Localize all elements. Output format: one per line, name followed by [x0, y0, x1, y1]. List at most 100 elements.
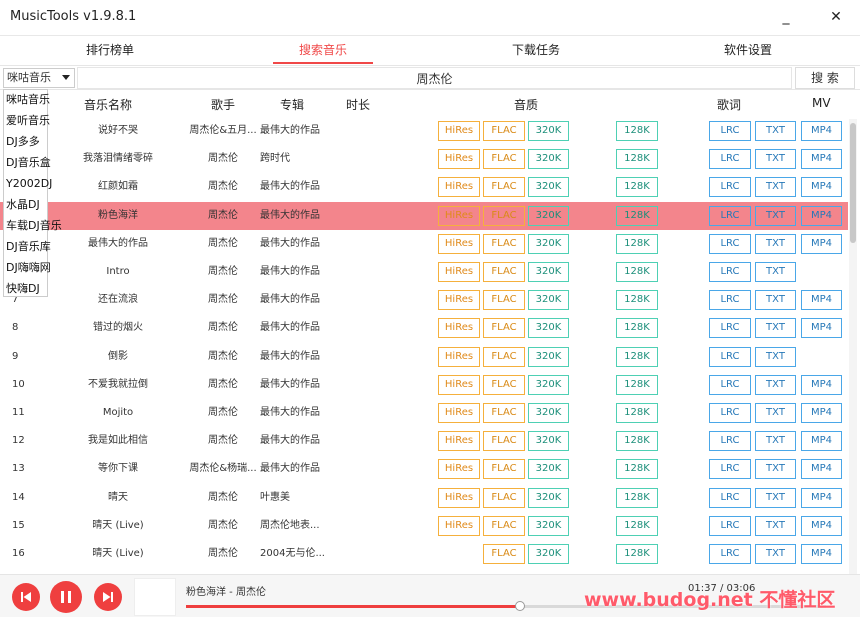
mp4-button[interactable]: MP4 [801, 515, 842, 536]
source-option[interactable]: DJ音乐盒 [4, 153, 51, 174]
quality-320k-button[interactable]: 320K [528, 318, 569, 339]
quality-128k-button[interactable]: 128K [616, 318, 658, 339]
quality-128k-button[interactable]: 128K [616, 544, 658, 564]
tab-download-tasks[interactable]: 下载任务 [486, 36, 586, 65]
scrollbar-thumb[interactable] [850, 123, 856, 243]
flac-button[interactable]: FLAC [483, 403, 525, 423]
table-row[interactable]: 15 晴天 (Live) 周杰伦 周杰伦地表... HiRes FLAC 320K 128K L… [0, 512, 845, 540]
flac-button[interactable]: FLAC [483, 149, 525, 170]
lrc-button[interactable]: LRC [709, 544, 751, 564]
hires-button[interactable]: HiRes [438, 374, 480, 395]
flac-button[interactable]: FLAC [483, 290, 525, 311]
lrc-button[interactable]: LRC [709, 318, 751, 339]
hires-button[interactable]: HiRes [438, 431, 480, 452]
quality-128k-button[interactable]: 128K [616, 290, 658, 311]
quality-320k-button[interactable]: 320K [528, 431, 569, 452]
source-select[interactable]: 咪咕音乐 [3, 68, 75, 88]
mp4-button[interactable]: MP4 [801, 403, 842, 423]
txt-button[interactable]: TXT [755, 149, 796, 170]
quality-320k-button[interactable]: 320K [528, 515, 569, 536]
progress-knob[interactable] [514, 601, 525, 611]
table-row[interactable]: 9 倒影 周杰伦 最伟大的作品 HiRes FLAC 320K 128K LRC TXT [0, 343, 845, 371]
hires-button[interactable]: HiRes [438, 262, 480, 282]
flac-button[interactable]: FLAC [483, 121, 525, 141]
table-row[interactable]: 16 晴天 (Live) 周杰伦 2004无与伦... FLAC 320K 128K LRC T… [0, 540, 845, 568]
mp4-button[interactable]: MP4 [801, 290, 842, 311]
txt-button[interactable]: TXT [755, 346, 796, 367]
hires-button[interactable]: HiRes [438, 318, 480, 339]
quality-128k-button[interactable]: 128K [616, 177, 658, 198]
mp4-button[interactable]: MP4 [801, 318, 842, 339]
mp4-button[interactable]: MP4 [801, 374, 842, 395]
txt-button[interactable]: TXT [755, 459, 796, 480]
lrc-button[interactable]: LRC [709, 233, 751, 254]
table-row[interactable]: 7 还在流浪 周杰伦 最伟大的作品 HiRes FLAC 320K 128K LRC TXT MP4 [0, 286, 845, 314]
mp4-button[interactable]: MP4 [801, 431, 842, 452]
lrc-button[interactable]: LRC [709, 262, 751, 282]
quality-128k-button[interactable]: 128K [616, 121, 658, 141]
search-input[interactable] [77, 67, 792, 89]
hires-button[interactable]: HiRes [438, 205, 480, 226]
mp4-button[interactable]: MP4 [801, 487, 842, 508]
pause-button[interactable] [50, 581, 82, 613]
quality-320k-button[interactable]: 320K [528, 544, 569, 564]
tab-search-music[interactable]: 搜索音乐 [273, 36, 373, 65]
lrc-button[interactable]: LRC [709, 177, 751, 198]
tab-settings[interactable]: 软件设置 [698, 36, 798, 65]
quality-320k-button[interactable]: 320K [528, 487, 569, 508]
lrc-button[interactable]: LRC [709, 515, 751, 536]
source-option[interactable]: Y2002DJ [4, 174, 52, 195]
table-row[interactable]: 12 我是如此相信 周杰伦 最伟大的作品 HiRes FLAC 320K 128K LRC TXT… [0, 427, 845, 455]
table-row[interactable]: 14 晴天 周杰伦 叶惠美 HiRes FLAC 320K 128K LRC TXT MP4 [0, 484, 845, 512]
quality-128k-button[interactable]: 128K [616, 515, 658, 536]
flac-button[interactable]: FLAC [483, 177, 525, 198]
quality-320k-button[interactable]: 320K [528, 233, 569, 254]
quality-128k-button[interactable]: 128K [616, 487, 658, 508]
quality-320k-button[interactable]: 320K [528, 149, 569, 170]
hires-button[interactable]: HiRes [438, 487, 480, 508]
prev-track-button[interactable] [12, 583, 40, 611]
flac-button[interactable]: FLAC [483, 459, 525, 480]
source-option[interactable]: 爱听音乐 [4, 111, 50, 132]
lrc-button[interactable]: LRC [709, 374, 751, 395]
lrc-button[interactable]: LRC [709, 121, 751, 141]
hires-button[interactable]: HiRes [438, 459, 480, 480]
flac-button[interactable]: FLAC [483, 233, 525, 254]
source-option[interactable]: 车载DJ音乐 [4, 216, 62, 237]
next-track-button[interactable] [94, 583, 122, 611]
table-row[interactable]: 8 错过的烟火 周杰伦 最伟大的作品 HiRes FLAC 320K 128K LRC TXT MP… [0, 314, 845, 342]
table-row[interactable]: 5最伟大的作品周杰伦最伟大的作品HiResFLAC320K128KLRCTXTM… [0, 230, 845, 258]
flac-button[interactable]: FLAC [483, 318, 525, 339]
flac-button[interactable]: FLAC [483, 205, 525, 226]
table-row[interactable]: 10 不爱我就拉倒 周杰伦 最伟大的作品 HiRes FLAC 320K 128K LRC TXT… [0, 371, 845, 399]
txt-button[interactable]: TXT [755, 205, 796, 226]
quality-128k-button[interactable]: 128K [616, 346, 658, 367]
txt-button[interactable]: TXT [755, 233, 796, 254]
lrc-button[interactable]: LRC [709, 290, 751, 311]
hires-button[interactable]: HiRes [438, 121, 480, 141]
mp4-button[interactable]: MP4 [801, 177, 842, 198]
source-option[interactable]: DJ多多 [4, 132, 47, 153]
hires-button[interactable]: HiRes [438, 149, 480, 170]
txt-button[interactable]: TXT [755, 544, 796, 564]
quality-128k-button[interactable]: 128K [616, 431, 658, 452]
table-row[interactable]: 3红颜如霜周杰伦最伟大的作品HiResFLAC320K128KLRCTXTMP4 [0, 173, 845, 201]
flac-button[interactable]: FLAC [483, 431, 525, 452]
mp4-button[interactable]: MP4 [801, 149, 842, 170]
scrollbar[interactable] [849, 119, 857, 574]
table-row[interactable]: 13 等你下课 周杰伦&杨瑞... 最伟大的作品 HiRes FLAC 320K 128K LR… [0, 455, 845, 483]
hires-button[interactable]: HiRes [438, 403, 480, 423]
flac-button[interactable]: FLAC [483, 515, 525, 536]
quality-128k-button[interactable]: 128K [616, 262, 658, 282]
hires-button[interactable]: HiRes [438, 346, 480, 367]
txt-button[interactable]: TXT [755, 121, 796, 141]
hires-button[interactable]: HiRes [438, 290, 480, 311]
flac-button[interactable]: FLAC [483, 374, 525, 395]
mp4-button[interactable]: MP4 [801, 459, 842, 480]
lrc-button[interactable]: LRC [709, 459, 751, 480]
hires-button[interactable]: HiRes [438, 515, 480, 536]
flac-button[interactable]: FLAC [483, 346, 525, 367]
mp4-button[interactable]: MP4 [801, 544, 842, 564]
lrc-button[interactable]: LRC [709, 149, 751, 170]
quality-320k-button[interactable]: 320K [528, 403, 569, 423]
